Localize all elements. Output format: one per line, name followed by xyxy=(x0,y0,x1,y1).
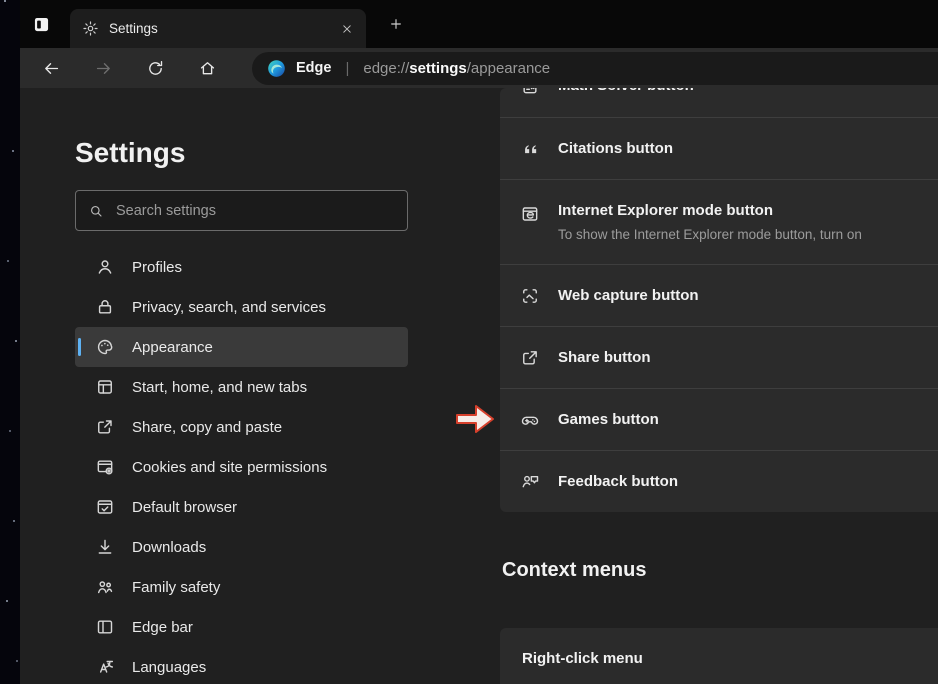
toolbar-buttons-card: Math Solver button Citations button Inte… xyxy=(500,88,938,512)
sidebar-item-cookies[interactable]: Cookies and site permissions xyxy=(75,447,408,487)
tab-settings[interactable]: Settings xyxy=(70,9,366,48)
forward-button[interactable] xyxy=(86,51,120,85)
share-icon xyxy=(520,348,540,368)
row-label: Web capture button xyxy=(558,287,699,304)
default-browser-icon xyxy=(95,497,115,517)
tab-title: Settings xyxy=(109,21,158,36)
back-arrow-icon xyxy=(42,59,61,78)
settings-sidebar: Settings Profiles Privacy, search, and s… xyxy=(75,88,408,684)
sidebar-item-label: Languages xyxy=(132,659,206,676)
row-label: Feedback button xyxy=(558,473,678,490)
window-logo-icon[interactable] xyxy=(31,14,52,35)
sidebar-nav: Profiles Privacy, search, and services A… xyxy=(75,247,408,684)
math-solver-icon xyxy=(520,88,540,96)
url-scheme: edge:// xyxy=(363,60,409,77)
url-host: settings xyxy=(409,60,467,77)
settings-row-right-click-menu[interactable]: Right-click menu xyxy=(500,628,938,684)
settings-content: Math Solver button Citations button Inte… xyxy=(500,88,938,684)
sidebar-item-label: Downloads xyxy=(132,539,206,556)
family-safety-icon xyxy=(95,577,115,597)
sidebar-item-family-safety[interactable]: Family safety xyxy=(75,567,408,607)
row-text: Internet Explorer mode button To show th… xyxy=(558,202,862,242)
forward-arrow-icon xyxy=(94,59,113,78)
row-label: Citations button xyxy=(558,140,673,157)
sidebar-item-label: Edge bar xyxy=(132,619,193,636)
sidebar-item-privacy[interactable]: Privacy, search, and services xyxy=(75,287,408,327)
sidebar-item-languages[interactable]: Languages xyxy=(75,647,408,684)
url-text: edge://settings/appearance xyxy=(363,60,550,77)
languages-icon xyxy=(95,657,115,677)
settings-title: Settings xyxy=(75,136,408,170)
sidebar-item-label: Privacy, search, and services xyxy=(132,299,326,316)
sidebar-item-label: Family safety xyxy=(132,579,220,596)
sidebar-item-start-home-tabs[interactable]: Start, home, and new tabs xyxy=(75,367,408,407)
settings-row-ie-mode[interactable]: Internet Explorer mode button To show th… xyxy=(500,179,938,264)
desktop-background xyxy=(0,0,20,684)
citations-icon xyxy=(520,139,540,159)
downloads-icon xyxy=(95,537,115,557)
settings-row-web-capture[interactable]: Web capture button xyxy=(500,264,938,326)
ie-mode-icon xyxy=(520,204,540,224)
settings-row-math-solver[interactable]: Math Solver button xyxy=(500,88,938,117)
row-label: Share button xyxy=(558,349,651,366)
settings-page: Settings Profiles Privacy, search, and s… xyxy=(20,88,938,684)
address-separator: | xyxy=(345,60,349,77)
sidebar-item-label: Profiles xyxy=(132,259,182,276)
back-button[interactable] xyxy=(34,51,68,85)
settings-row-share[interactable]: Share button xyxy=(500,326,938,388)
edge-brand-label: Edge xyxy=(296,60,331,76)
tab-strip: Settings xyxy=(20,0,938,48)
settings-row-feedback[interactable]: Feedback button xyxy=(500,450,938,512)
refresh-icon xyxy=(146,59,165,78)
settings-row-citations[interactable]: Citations button xyxy=(500,117,938,179)
privacy-icon xyxy=(95,297,115,317)
plus-icon[interactable] xyxy=(388,16,404,32)
row-label: Math Solver button xyxy=(558,88,694,94)
search-icon xyxy=(88,203,104,219)
sidebar-item-label: Default browser xyxy=(132,499,237,516)
gear-icon xyxy=(82,20,99,37)
search-settings-box[interactable] xyxy=(75,190,408,231)
feedback-icon xyxy=(520,472,540,492)
start-home-tabs-icon xyxy=(95,377,115,397)
cookies-permissions-icon xyxy=(95,457,115,477)
address-bar[interactable]: Edge | edge://settings/appearance xyxy=(252,52,938,85)
web-capture-icon xyxy=(520,286,540,306)
url-path: /appearance xyxy=(467,60,550,77)
sidebar-item-label: Appearance xyxy=(132,339,213,356)
browser-window: Settings Edge | edge://settings/appearan… xyxy=(20,0,938,684)
sidebar-item-label: Share, copy and paste xyxy=(132,419,282,436)
sidebar-item-profiles[interactable]: Profiles xyxy=(75,247,408,287)
context-menus-heading: Context menus xyxy=(502,558,938,582)
refresh-button[interactable] xyxy=(138,51,172,85)
sidebar-item-edge-bar[interactable]: Edge bar xyxy=(75,607,408,647)
red-arrow-annotation xyxy=(455,402,495,436)
sidebar-item-appearance[interactable]: Appearance xyxy=(75,327,408,367)
sidebar-item-default-browser[interactable]: Default browser xyxy=(75,487,408,527)
edge-logo-icon xyxy=(266,58,287,79)
sidebar-item-downloads[interactable]: Downloads xyxy=(75,527,408,567)
navigation-toolbar: Edge | edge://settings/appearance xyxy=(20,48,938,88)
search-settings-input[interactable] xyxy=(114,202,395,220)
context-menus-card: Right-click menu xyxy=(500,628,938,684)
appearance-icon xyxy=(95,337,115,357)
sidebar-item-label: Start, home, and new tabs xyxy=(132,379,307,396)
settings-row-games[interactable]: Games button xyxy=(500,388,938,450)
sidebar-item-label: Cookies and site permissions xyxy=(132,459,327,476)
desktop-stars xyxy=(4,0,6,2)
row-label: Games button xyxy=(558,411,659,428)
home-icon xyxy=(198,59,217,78)
games-icon xyxy=(520,410,540,430)
row-subtitle: To show the Internet Explorer mode butto… xyxy=(558,227,862,242)
close-icon[interactable] xyxy=(340,22,354,36)
share-copy-paste-icon xyxy=(95,417,115,437)
profiles-icon xyxy=(95,257,115,277)
sidebar-item-share-copy-paste[interactable]: Share, copy and paste xyxy=(75,407,408,447)
row-label: Right-click menu xyxy=(522,650,643,667)
row-label: Internet Explorer mode button xyxy=(558,202,862,219)
home-button[interactable] xyxy=(190,51,224,85)
edge-bar-icon xyxy=(95,617,115,637)
